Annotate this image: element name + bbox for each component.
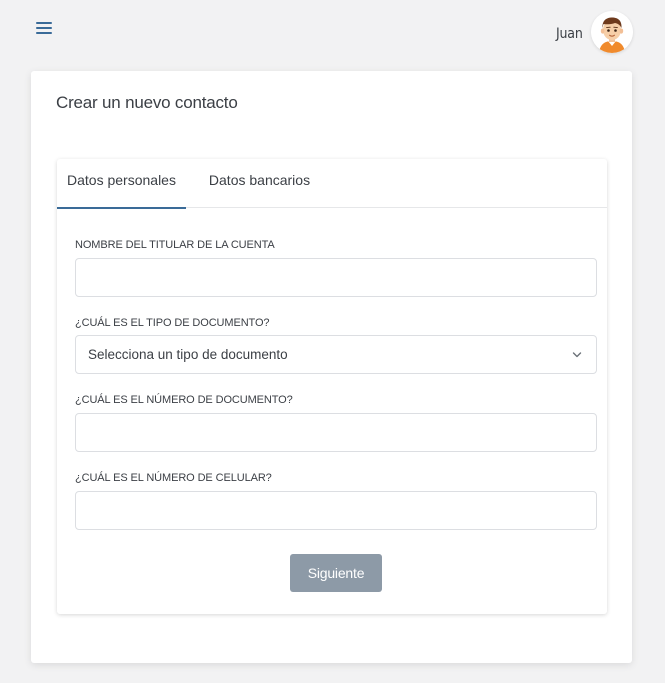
next-button[interactable]: Siguiente	[290, 554, 382, 592]
page-title: Crear un nuevo contacto	[56, 93, 238, 112]
tab-datos-bancarios[interactable]: Datos bancarios	[197, 159, 322, 208]
phone-number-input[interactable]	[75, 491, 597, 530]
phone-number-label: ¿CUÁL ES EL NÚMERO DE CELULAR?	[75, 472, 272, 484]
document-number-input[interactable]	[75, 413, 597, 452]
user-name: Juan	[556, 26, 583, 42]
document-type-label: ¿CUÁL ES EL TIPO DE DOCUMENTO?	[75, 317, 270, 329]
holder-name-input[interactable]	[75, 258, 597, 297]
new-contact-card: Crear un nuevo contacto Datos personales…	[31, 71, 632, 663]
chevron-down-icon	[572, 352, 582, 358]
document-type-select[interactable]: Selecciona un tipo de documento	[75, 335, 597, 374]
tab-datos-personales[interactable]: Datos personales	[57, 159, 186, 209]
avatar-icon	[591, 11, 633, 53]
document-number-label: ¿CUÁL ES EL NÚMERO DE DOCUMENTO?	[75, 394, 293, 406]
top-bar: Juan	[0, 0, 665, 62]
hamburger-menu-icon[interactable]	[36, 22, 52, 36]
document-type-selected-value: Selecciona un tipo de documento	[88, 347, 288, 362]
tab-bar: Datos personales Datos bancarios	[57, 159, 607, 209]
holder-name-label: NOMBRE DEL TITULAR DE LA CUENTA	[75, 239, 275, 251]
form-panel: Datos personales Datos bancarios NOMBRE …	[57, 159, 607, 614]
user-avatar[interactable]	[591, 11, 633, 53]
